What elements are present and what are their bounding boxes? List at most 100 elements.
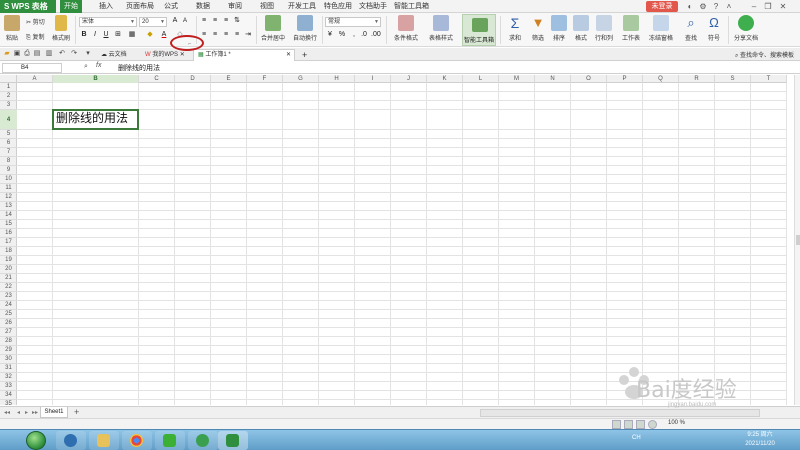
zoom-level[interactable]: 100 % bbox=[668, 420, 685, 426]
font-grow-icon[interactable]: A bbox=[171, 17, 179, 25]
row-header-9[interactable]: 9 bbox=[0, 166, 17, 175]
row-header-35[interactable]: 35 bbox=[0, 400, 17, 405]
tab-smart-toolbox[interactable]: 智能工具箱 bbox=[390, 0, 433, 13]
merge-border-icon[interactable]: ▦ bbox=[128, 31, 136, 39]
text-direction-icon[interactable]: ⇅ bbox=[233, 17, 241, 25]
row-header-29[interactable]: 29 bbox=[0, 346, 17, 355]
column-header-f[interactable]: F bbox=[247, 75, 283, 83]
close-icon[interactable]: ✕ bbox=[777, 0, 789, 13]
font-name-select[interactable]: 宋体 ▼ bbox=[79, 17, 137, 27]
start-button[interactable] bbox=[26, 431, 46, 450]
taskbar-paint[interactable] bbox=[89, 431, 119, 450]
tab-doc-helper[interactable]: 文档助手 bbox=[355, 0, 391, 13]
row-header-5[interactable]: 5 bbox=[0, 130, 17, 139]
tab-cloud-doc[interactable]: ☁ 云文档 bbox=[96, 49, 132, 61]
tab-close-icon[interactable]: ✕ bbox=[180, 52, 185, 58]
taskbar-chrome[interactable] bbox=[122, 431, 152, 450]
taskbar-wechat[interactable] bbox=[155, 431, 185, 450]
tab-start[interactable]: 开始 bbox=[60, 0, 82, 13]
indent-icon[interactable]: ⇥ bbox=[244, 31, 252, 39]
tab-special[interactable]: 特色应用 bbox=[320, 0, 356, 13]
smart-toolbox-button[interactable]: 智能工具箱 bbox=[462, 14, 496, 46]
column-header-d[interactable]: D bbox=[175, 75, 211, 83]
number-format-select[interactable]: 常规 ▼ bbox=[325, 17, 381, 27]
row-header-11[interactable]: 11 bbox=[0, 184, 17, 193]
insert-function-button[interactable]: fx bbox=[96, 62, 101, 69]
sort-button[interactable]: 排序 bbox=[548, 15, 570, 42]
tab-view[interactable]: 视图 bbox=[256, 0, 278, 13]
quick-access-dropdown-icon[interactable]: ▾ bbox=[84, 50, 92, 58]
row-header-33[interactable]: 33 bbox=[0, 382, 17, 391]
taskbar-ie[interactable] bbox=[188, 431, 218, 450]
freeze-panes-button[interactable]: 冻结窗格 bbox=[646, 15, 676, 42]
eye-protection-icon[interactable] bbox=[648, 420, 657, 429]
app-menu-button[interactable]: S WPS 表格 bbox=[0, 0, 56, 13]
tab-insert[interactable]: 插入 bbox=[95, 0, 117, 13]
conditional-format-button[interactable]: 条件格式 bbox=[389, 15, 423, 42]
column-header-e[interactable]: E bbox=[211, 75, 247, 83]
column-header-g[interactable]: G bbox=[283, 75, 319, 83]
print-icon[interactable]: ⎙ bbox=[23, 50, 31, 58]
column-header-p[interactable]: P bbox=[607, 75, 643, 83]
sum-button[interactable]: Σ 求和 bbox=[504, 15, 526, 42]
align-top-icon[interactable]: ≡ bbox=[200, 17, 208, 25]
last-sheet-icon[interactable]: ▸▸ bbox=[32, 409, 38, 416]
add-sheet-button[interactable]: + bbox=[74, 407, 79, 418]
paste-button[interactable]: 粘贴 bbox=[4, 15, 20, 42]
chevron-up-icon[interactable]: ˄ bbox=[723, 0, 735, 13]
row-header-3[interactable]: 3 bbox=[0, 101, 17, 110]
merge-center-button[interactable]: 合并居中 bbox=[258, 15, 288, 42]
first-sheet-icon[interactable]: ◂◂ bbox=[4, 409, 10, 416]
column-header-j[interactable]: J bbox=[391, 75, 427, 83]
filter-button[interactable]: ▼ 筛选 bbox=[527, 15, 549, 42]
active-cell[interactable]: 删除线的用法 bbox=[52, 109, 139, 130]
column-header-q[interactable]: Q bbox=[643, 75, 679, 83]
row-header-12[interactable]: 12 bbox=[0, 193, 17, 202]
symbol-button[interactable]: Ω 符号 bbox=[703, 15, 725, 42]
column-header-s[interactable]: S bbox=[715, 75, 751, 83]
align-bottom-icon[interactable]: ≡ bbox=[222, 17, 230, 25]
save-icon[interactable]: ▣ bbox=[13, 50, 21, 58]
row-header-4[interactable]: 4 bbox=[0, 110, 17, 130]
column-header-m[interactable]: M bbox=[499, 75, 535, 83]
column-header-o[interactable]: O bbox=[571, 75, 607, 83]
align-center-icon[interactable]: ≡ bbox=[211, 31, 219, 39]
zoom-lens-icon[interactable]: ⌕ bbox=[84, 63, 88, 71]
share-doc-button[interactable]: 分享文档 bbox=[732, 15, 760, 42]
tab-developer[interactable]: 开发工具 bbox=[284, 0, 320, 13]
row-header-26[interactable]: 26 bbox=[0, 319, 17, 328]
column-header-i[interactable]: I bbox=[355, 75, 391, 83]
format-painter-button[interactable]: 格式刷 bbox=[52, 15, 70, 42]
taskbar-search[interactable] bbox=[56, 431, 86, 450]
justify-icon[interactable]: ≡ bbox=[233, 31, 241, 39]
row-header-16[interactable]: 16 bbox=[0, 229, 17, 238]
row-header-34[interactable]: 34 bbox=[0, 391, 17, 400]
settings-icon[interactable]: ⚙ bbox=[697, 0, 709, 13]
percent-icon[interactable]: % bbox=[338, 31, 346, 39]
export-pdf-icon[interactable]: ▥ bbox=[45, 50, 53, 58]
tab-close-icon[interactable]: ✕ bbox=[286, 50, 291, 61]
vertical-scroll-thumb[interactable] bbox=[796, 235, 800, 245]
copy-button[interactable]: ⎘ 复制 bbox=[26, 32, 45, 42]
column-header-b[interactable]: B bbox=[53, 75, 139, 83]
row-header-8[interactable]: 8 bbox=[0, 157, 17, 166]
name-box[interactable]: B4 bbox=[2, 63, 62, 73]
row-header-14[interactable]: 14 bbox=[0, 211, 17, 220]
select-all-corner[interactable] bbox=[0, 75, 17, 83]
font-color-icon[interactable]: A bbox=[160, 31, 168, 39]
row-header-24[interactable]: 24 bbox=[0, 301, 17, 310]
column-header-k[interactable]: K bbox=[427, 75, 463, 83]
row-header-19[interactable]: 19 bbox=[0, 256, 17, 265]
column-header-c[interactable]: C bbox=[139, 75, 175, 83]
skin-icon[interactable]: ◐ bbox=[684, 0, 696, 13]
bold-button[interactable]: B bbox=[80, 31, 88, 39]
fill-color-icon[interactable]: ◆ bbox=[146, 31, 154, 39]
taskbar-wps[interactable] bbox=[218, 431, 248, 450]
command-search[interactable]: ⌕ 查找命令、搜索模板 bbox=[735, 50, 794, 60]
system-clock[interactable]: 9:25 周六 2021/11/20 bbox=[735, 431, 785, 449]
row-header-7[interactable]: 7 bbox=[0, 148, 17, 157]
rows-cols-button[interactable]: 行和列 bbox=[592, 15, 616, 42]
new-tab-button[interactable]: + bbox=[297, 49, 312, 61]
column-header-l[interactable]: L bbox=[463, 75, 499, 83]
format-button[interactable]: 格式 bbox=[570, 15, 592, 42]
